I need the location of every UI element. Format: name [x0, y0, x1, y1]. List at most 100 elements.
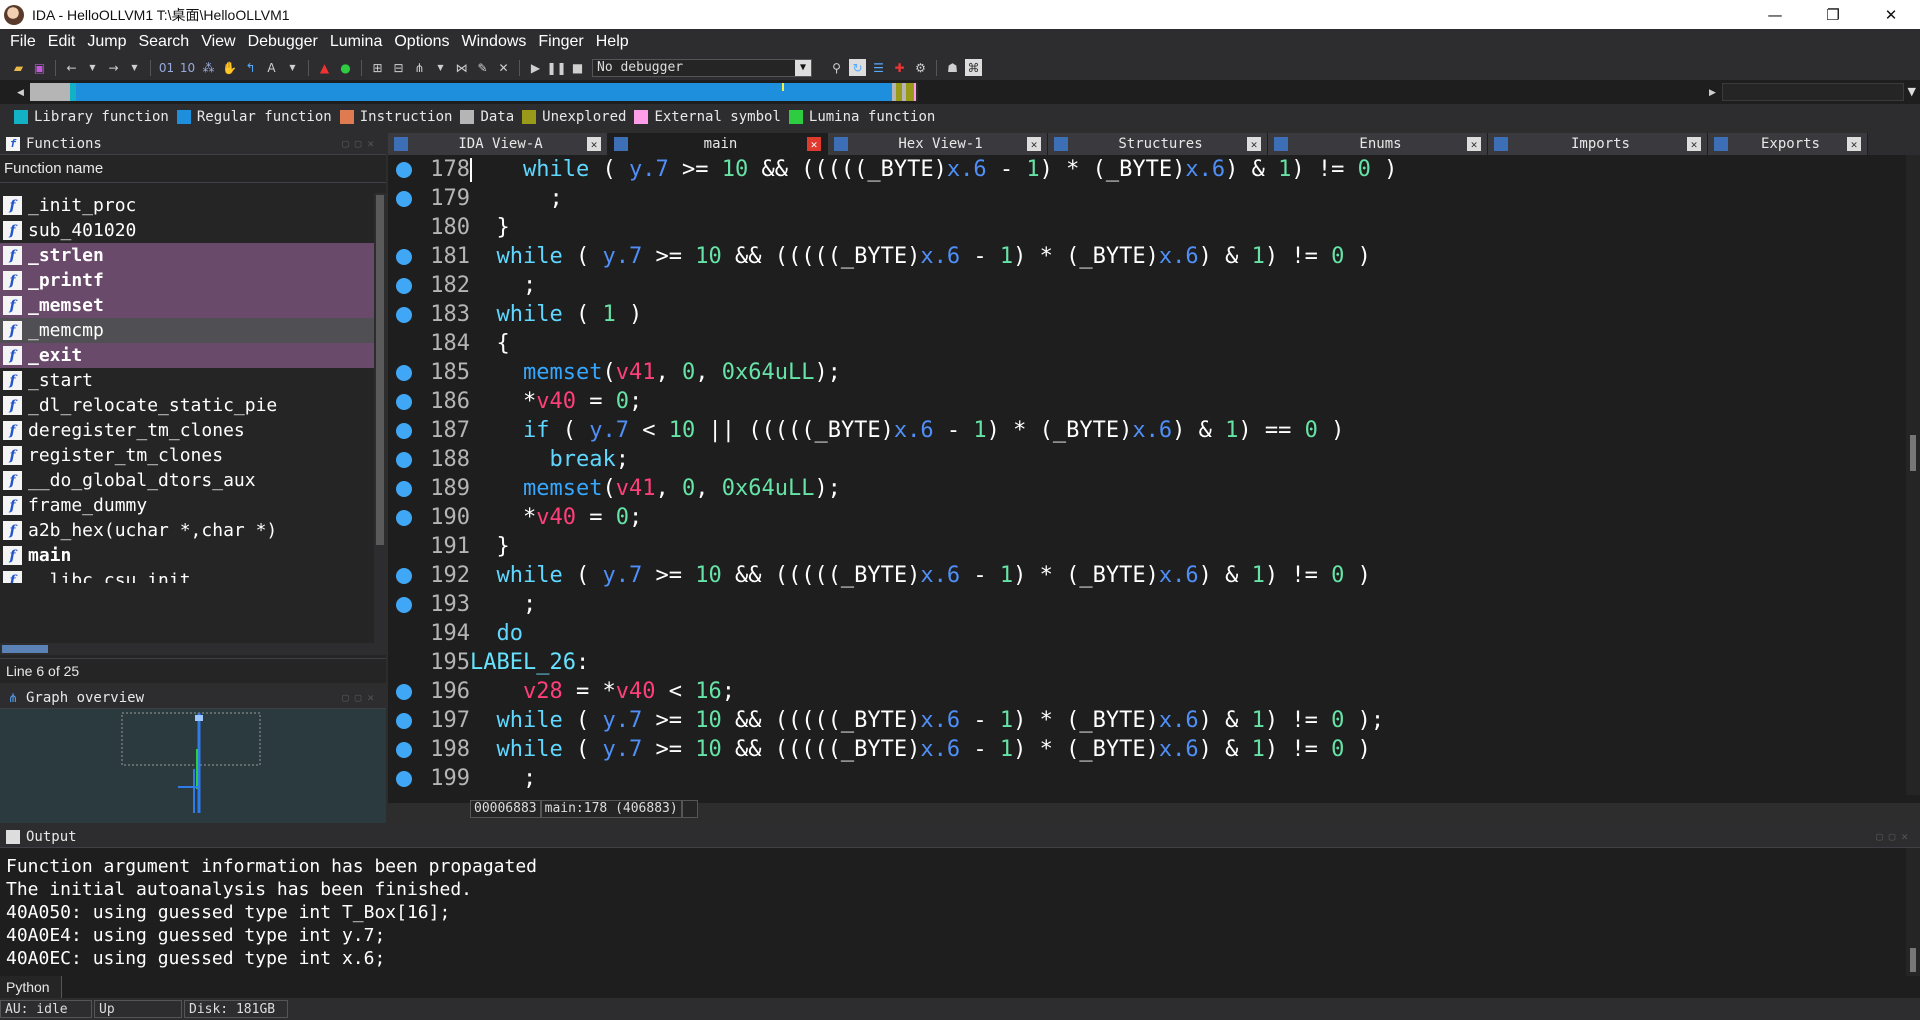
save-icon[interactable]: ▣ — [31, 59, 48, 76]
jump-icon[interactable]: ↰ — [242, 59, 259, 76]
flow-dropdown-icon[interactable]: ▼ — [432, 59, 449, 76]
function-row[interactable]: f _start — [0, 368, 374, 393]
hand-icon[interactable]: ✋ — [221, 59, 238, 76]
refresh-icon[interactable]: ↻ — [849, 59, 866, 76]
play-icon[interactable]: ▶ — [527, 59, 544, 76]
navigation-band[interactable]: ◀ ▶ ▼ — [0, 80, 1920, 104]
pause-icon[interactable]: ❚❚ — [546, 59, 566, 76]
menu-edit[interactable]: Edit — [42, 33, 82, 51]
close-icon[interactable]: ✕ — [1687, 137, 1701, 151]
breakpoint-dot-icon[interactable] — [396, 161, 412, 178]
tab-enums[interactable]: Enums ✕ — [1268, 133, 1488, 155]
panel-controls[interactable]: ▢▢✕ — [342, 137, 380, 150]
minimize-button[interactable]: — — [1746, 0, 1804, 29]
breakpoint-dot-icon[interactable] — [396, 190, 412, 207]
function-row[interactable]: f _memset — [0, 293, 374, 318]
binary-search-icon[interactable]: 01 — [158, 59, 175, 76]
gutter-line[interactable]: 195 — [388, 648, 470, 677]
scrollbar-thumb[interactable] — [1910, 948, 1916, 972]
breakpoint-dot-icon[interactable] — [396, 683, 412, 700]
code-line[interactable]: { — [470, 329, 1890, 358]
menu-lumina[interactable]: Lumina — [324, 33, 388, 51]
gutter-line[interactable]: 189 — [388, 474, 470, 503]
graph-overview-canvas[interactable] — [0, 709, 386, 823]
function-list-scrollbar[interactable] — [374, 193, 386, 643]
function-row[interactable]: f __do_global_dtors_aux — [0, 468, 374, 493]
gutter-line[interactable]: 178 — [388, 155, 470, 184]
code-line[interactable]: while ( y.7 >= 10 && (((((_BYTE) x.6 - 1)… — [470, 706, 1890, 735]
close-icon[interactable]: ✕ — [1247, 137, 1261, 151]
close-button[interactable]: ✕ — [1862, 0, 1920, 29]
forward-dropdown-icon[interactable]: ▼ — [126, 59, 143, 76]
breakpoint-dot-icon[interactable] — [396, 306, 412, 323]
run-analysis-icon[interactable]: ● — [337, 59, 354, 76]
breakpoint-dot-icon[interactable] — [396, 770, 412, 787]
close-icon[interactable]: ✕ — [807, 137, 821, 151]
gutter-line[interactable]: 183 — [388, 300, 470, 329]
code-line[interactable]: while ( y.7 >= 10 && (((((_BYTE) x.6 - 1)… — [470, 735, 1890, 764]
function-row[interactable]: f __libc_csu_init — [0, 568, 374, 583]
function-row[interactable]: f deregister_tm_clones — [0, 418, 374, 443]
gutter-line[interactable]: 186 — [388, 387, 470, 416]
gutter-line[interactable]: 193 — [388, 590, 470, 619]
code-line[interactable]: * v40 = 0; — [470, 387, 1890, 416]
breakpoint-dot-icon[interactable] — [396, 277, 412, 294]
open-icon[interactable]: ▰ — [10, 59, 27, 76]
debugger-select[interactable]: No debugger ▼ — [592, 58, 812, 77]
nav-right-icon[interactable]: ▶ — [1704, 84, 1721, 101]
code-line[interactable]: do — [470, 619, 1890, 648]
proximity-icon[interactable]: ⊟ — [390, 59, 407, 76]
menu-help[interactable]: Help — [590, 33, 635, 51]
add-breakpoint-icon[interactable]: ✚ — [891, 59, 908, 76]
breakpoint-dot-icon[interactable] — [396, 364, 412, 381]
gutter-line[interactable]: 182 — [388, 271, 470, 300]
function-row[interactable]: f _printf — [0, 268, 374, 293]
tab-main[interactable]: main ✕ — [608, 133, 828, 155]
menu-search[interactable]: Search — [132, 33, 195, 51]
gutter-line[interactable]: 180 — [388, 213, 470, 242]
function-row[interactable]: f _strlen — [0, 243, 374, 268]
gutter-line[interactable]: 191 — [388, 532, 470, 561]
code-line[interactable]: } — [470, 213, 1890, 242]
breakpoint-dot-icon[interactable] — [396, 596, 412, 613]
close-icon[interactable]: ✕ — [1847, 137, 1861, 151]
attach-icon[interactable]: ⚲ — [828, 59, 845, 76]
code-line[interactable]: if ( y.7 < 10 || (((((_BYTE) x.6 - 1) * (… — [470, 416, 1890, 445]
code-line[interactable]: LABEL_26: — [470, 648, 1890, 677]
gutter-line[interactable]: 188 — [388, 445, 470, 474]
breakpoint-dot-icon[interactable] — [396, 393, 412, 410]
text-search-icon[interactable]: 10 — [179, 59, 196, 76]
column-header-function-name[interactable]: Function name — [0, 155, 386, 183]
tab-structures[interactable]: Structures ✕ — [1048, 133, 1268, 155]
back-icon[interactable]: ← — [63, 59, 80, 76]
breakpoint-dot-icon[interactable] — [396, 509, 412, 526]
code-line[interactable]: ; — [470, 271, 1890, 300]
function-row[interactable]: f sub_401020 — [0, 218, 374, 243]
code-line[interactable]: ; — [470, 764, 1890, 793]
text-icon[interactable]: A — [263, 59, 280, 76]
chevron-down-icon[interactable]: ▼ — [795, 59, 811, 76]
function-row[interactable]: f frame_dummy — [0, 493, 374, 518]
immediate-search-icon[interactable]: ⁂ — [200, 59, 217, 76]
panel-controls[interactable]: ▢▢✕ — [1876, 830, 1914, 843]
menu-jump[interactable]: Jump — [81, 33, 132, 51]
pseudocode-view[interactable]: 178 179 180 181 182 183 184 185 186 187 188 189 190 1… — [388, 155, 1920, 818]
output-log[interactable]: Function argument information has been p… — [6, 856, 1896, 974]
function-row[interactable]: f _memcmp — [0, 318, 374, 343]
gutter-line[interactable]: 181 — [388, 242, 470, 271]
gutter-line[interactable]: 194 — [388, 619, 470, 648]
flow-chart-icon[interactable]: ⋔ — [411, 59, 428, 76]
scrollbar-thumb[interactable] — [1910, 435, 1916, 471]
gutter-line[interactable]: 198 — [388, 735, 470, 764]
function-row[interactable]: f _exit — [0, 343, 374, 368]
gutter-line[interactable]: 187 — [388, 416, 470, 445]
close-icon[interactable]: ✕ — [1467, 137, 1481, 151]
function-row[interactable]: f _init_proc — [0, 193, 374, 218]
menu-options[interactable]: Options — [388, 33, 455, 51]
tab-exports[interactable]: Exports ✕ — [1708, 133, 1868, 155]
close-icon[interactable]: ✕ — [1027, 137, 1041, 151]
code-line[interactable]: ; — [470, 590, 1890, 619]
menu-finger[interactable]: Finger — [532, 33, 589, 51]
function-row[interactable]: f _dl_relocate_static_pie — [0, 393, 374, 418]
nav-range-box[interactable] — [1722, 83, 1904, 101]
